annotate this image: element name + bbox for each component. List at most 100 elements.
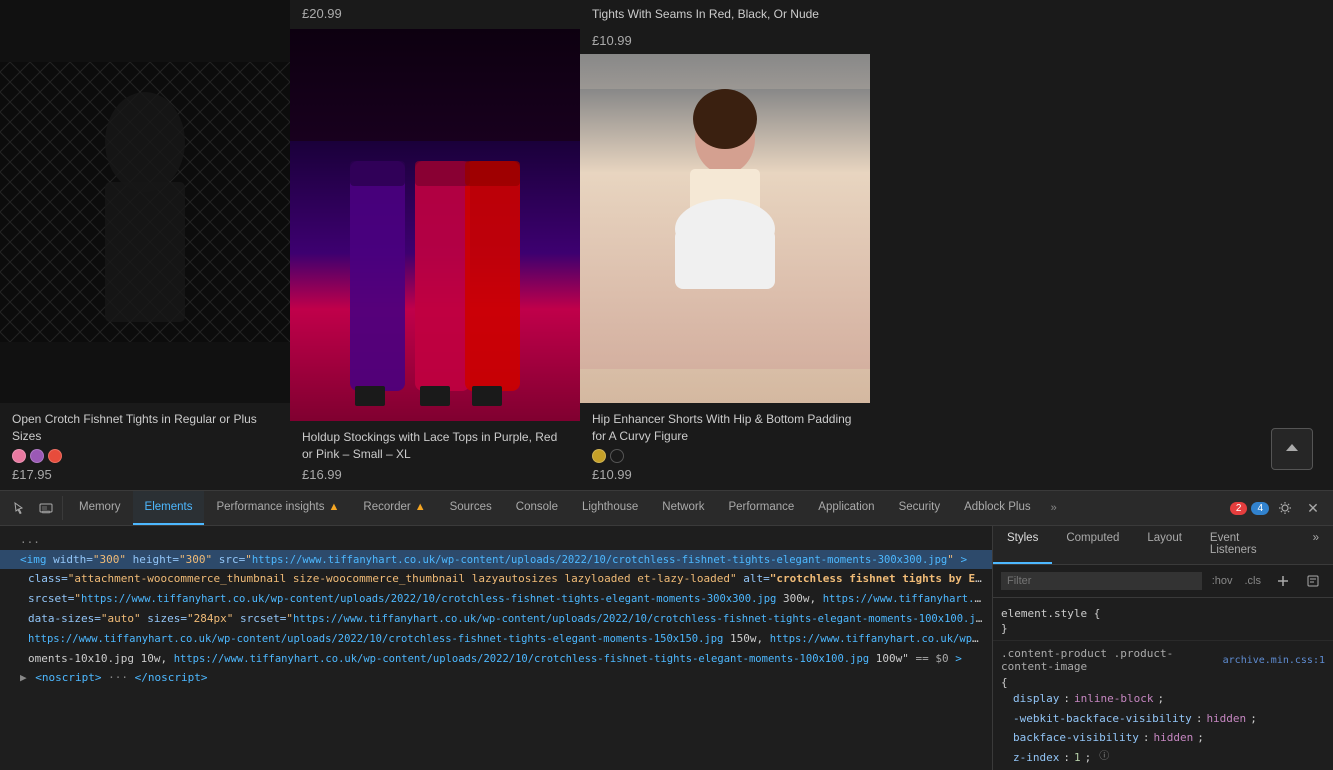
color-swatch-pink[interactable] [12, 449, 26, 463]
html-line-img[interactable]: <img width="300" height="300" src="https… [0, 550, 992, 570]
zindex-info-icon[interactable]: ⓘ [1099, 749, 1109, 767]
tab-recorder[interactable]: Recorder ▲ [351, 491, 437, 525]
html-line-srcset4: oments-10x10.jpg 10w, https://www.tiffan… [0, 649, 992, 669]
ellipsis-dots: ... [20, 533, 40, 546]
tab-adblock[interactable]: Adblock Plus [952, 491, 1042, 525]
toggle-classes-button[interactable] [1301, 569, 1325, 593]
filter-hov-button[interactable]: :hov [1208, 573, 1237, 589]
product-title-3: Hip Enhancer Shorts With Hip & Bottom Pa… [592, 411, 858, 445]
filter-cls-button[interactable]: .cls [1241, 573, 1266, 589]
styles-filter-input[interactable] [1001, 572, 1202, 590]
subtab-computed[interactable]: Computed [1052, 526, 1133, 564]
noscript-ellipsis: ··· [108, 671, 135, 684]
product-title-3-partial: Tights With Seams In Red, Black, Or Nude [592, 7, 819, 21]
color-swatch-gold[interactable] [592, 449, 606, 463]
subtab-more[interactable]: » [1299, 526, 1333, 564]
product-card-1: Open Crotch Fishnet Tights in Regular or… [0, 0, 290, 490]
tab-memory-label: Memory [79, 501, 121, 513]
warning-badge: 4 [1251, 502, 1269, 515]
subtab-layout-label: Layout [1147, 532, 1182, 544]
tab-elements[interactable]: Elements [133, 491, 205, 525]
product-price-3: £10.99 [592, 467, 858, 482]
rule1-selector: .content-product .product-content-image [1001, 647, 1223, 673]
devtools-left-icons [4, 496, 63, 520]
styles-filter-bar: :hov .cls [993, 565, 1333, 598]
error-badge: 2 [1230, 502, 1248, 515]
settings-button[interactable] [1273, 496, 1297, 520]
color-swatch-black[interactable] [610, 449, 624, 463]
recorder-warning: ▲ [415, 501, 426, 513]
tab-application-label: Application [818, 501, 874, 513]
tab-sources[interactable]: Sources [438, 491, 504, 525]
product-price-3-top: £10.99 [592, 33, 632, 48]
srcset2-link1[interactable]: https://www.tiffanyhart.co.uk/wp-content… [293, 612, 988, 625]
price-above-2: £20.99 [302, 6, 342, 21]
img-src-link[interactable]: https://www.tiffanyhart.co.uk/wp-content… [252, 554, 947, 566]
img-attr-data-sizes: data-sizes= [28, 612, 101, 625]
rule1-section: .content-product .product-content-image … [993, 641, 1333, 770]
noscript-expand[interactable]: ▶ [20, 671, 27, 684]
tab-network[interactable]: Network [650, 491, 716, 525]
product-image-2 [290, 29, 580, 421]
rule1-prop-backface-webkit: -webkit-backface-visibility : hidden ; [993, 709, 1333, 729]
color-swatch-purple[interactable] [30, 449, 44, 463]
srcset-link1[interactable]: https://www.tiffanyhart.co.uk/wp-content… [81, 593, 776, 605]
rule1-source[interactable]: archive.min.css:1 [1223, 655, 1325, 666]
img-attr-class: class= [28, 572, 68, 585]
product-card-2: £20.99 [290, 0, 580, 490]
html-line-dots: ... [0, 530, 992, 550]
tab-lighthouse[interactable]: Lighthouse [570, 491, 650, 525]
device-toolbar-button[interactable] [34, 496, 58, 520]
tab-more[interactable]: » [1043, 502, 1065, 514]
rule1-prop-zindex: z-index : 1 ; ⓘ [993, 748, 1333, 768]
color-swatch-red[interactable] [48, 449, 62, 463]
srcset-link2[interactable]: https://www.tiffanyhart.co.uk/wp-content… [823, 592, 992, 605]
product-title-1: Open Crotch Fishnet Tights in Regular or… [12, 411, 278, 445]
rule1-prop-backface: backface-visibility : hidden ; [993, 728, 1333, 748]
tab-memory[interactable]: Memory [67, 491, 133, 525]
subtab-computed-label: Computed [1066, 532, 1119, 544]
srcset3-link1[interactable]: https://www.tiffanyhart.co.uk/wp-content… [28, 633, 723, 645]
cursor-inspect-button[interactable] [8, 496, 32, 520]
tab-performance[interactable]: Performance [716, 491, 806, 525]
subtab-styles[interactable]: Styles [993, 526, 1052, 564]
subtab-layout[interactable]: Layout [1133, 526, 1196, 564]
close-devtools-button[interactable]: ✕ [1301, 496, 1325, 520]
srcset4-link1[interactable]: https://www.tiffanyhart.co.uk/wp-content… [174, 653, 869, 665]
html-line-datasizes: data-sizes="auto" sizes="284px" srcset="… [0, 609, 992, 629]
element-style-selector-text: element.style { [1001, 607, 1100, 620]
tab-sources-label: Sources [450, 501, 492, 513]
tab-security[interactable]: Security [887, 491, 953, 525]
shorts-image [580, 54, 870, 404]
tab-performance-label: Performance [728, 501, 794, 513]
element-style-close: } [993, 621, 1333, 636]
tab-console[interactable]: Console [504, 491, 570, 525]
product-info-1: Open Crotch Fishnet Tights in Regular or… [0, 403, 290, 490]
scroll-to-top-button[interactable] [1271, 428, 1313, 470]
close-icon: ✕ [1307, 500, 1319, 517]
img-val-alt: "crotchless fishnet tights by Elegant Mo… [770, 572, 992, 585]
tab-recorder-label: Recorder [363, 501, 410, 513]
equals-dollar-zero: == $0 [915, 652, 948, 665]
noscript-tag: <noscript> [35, 671, 101, 684]
img-val-class: "attachment-woocommerce_thumbnail size-w… [68, 572, 737, 585]
html-line-srcset: srcset="https://www.tiffanyhart.co.uk/wp… [0, 589, 992, 609]
subtab-event-listeners-label: Event Listeners [1210, 532, 1257, 556]
srcset3-link2[interactable]: https://www.tiffanyhart.co.uk/wp-content… [770, 632, 992, 645]
tab-performance-insights[interactable]: Performance insights ▲ [204, 491, 351, 525]
html-line-img2: class="attachment-woocommerce_thumbnail … [0, 569, 992, 589]
add-style-rule-button[interactable] [1271, 569, 1295, 593]
product-colors-3 [592, 449, 858, 463]
product-colors-1 [12, 449, 278, 463]
devtools-main: ... <img width="300" height="300" src="h… [0, 526, 1333, 770]
styles-subtabs: Styles Computed Layout Event Listeners » [993, 526, 1333, 565]
devtools-panel: Memory Elements Performance insights ▲ R… [0, 490, 1333, 770]
img-val-width: "300" [93, 553, 126, 566]
warning-count: 4 [1257, 503, 1263, 514]
product-image-3 [580, 54, 870, 404]
tab-application[interactable]: Application [806, 491, 886, 525]
product-card-3: Tights With Seams In Red, Black, Or Nude… [580, 0, 870, 490]
subtab-event-listeners[interactable]: Event Listeners [1196, 526, 1299, 564]
rule1-prop-display: display : inline-block ; [993, 689, 1333, 709]
error-count: 2 [1236, 503, 1242, 514]
